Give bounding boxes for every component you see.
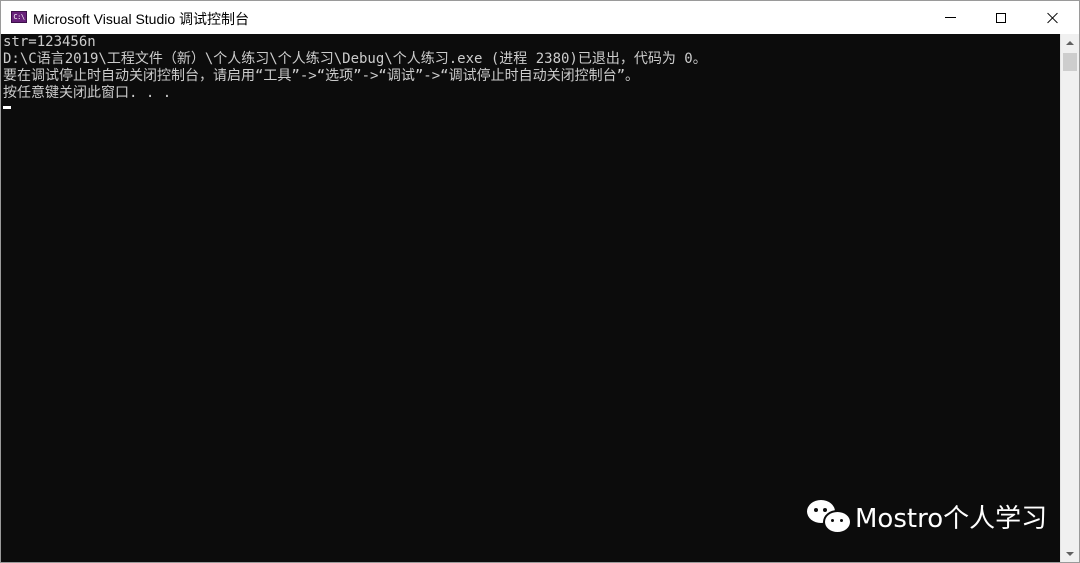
console-app-icon[interactable]: C:\ xyxy=(11,11,27,23)
scroll-down-button[interactable] xyxy=(1061,545,1079,562)
console-line-exit-code: D:\C语言2019\工程文件（新）\个人练习\个人练习\Debug\个人练习.… xyxy=(3,51,707,67)
wechat-icon xyxy=(807,498,852,534)
title-bar[interactable]: C:\ Microsoft Visual Studio 调试控制台 xyxy=(1,1,1079,34)
window-title: Microsoft Visual Studio 调试控制台 xyxy=(33,11,250,27)
scroll-down-icon xyxy=(1066,551,1074,556)
vertical-scrollbar[interactable] xyxy=(1060,34,1079,562)
scroll-thumb[interactable] xyxy=(1063,53,1077,71)
close-icon xyxy=(1047,12,1059,24)
watermark-text: Mostro个人学习 xyxy=(855,503,1048,534)
console-window: C:\ Microsoft Visual Studio 调试控制台 str=12… xyxy=(0,0,1080,563)
minimize-icon xyxy=(944,17,956,18)
close-button[interactable] xyxy=(1030,1,1076,34)
console-line-output: str=123456n xyxy=(3,34,96,50)
console-output[interactable]: str=123456n D:\C语言2019\工程文件（新）\个人练习\个人练习… xyxy=(1,34,1059,562)
scroll-up-icon xyxy=(1066,40,1074,45)
minimize-button[interactable] xyxy=(927,1,973,34)
watermark: Mostro个人学习 xyxy=(807,496,1047,536)
maximize-icon xyxy=(996,12,1006,23)
scroll-up-button[interactable] xyxy=(1061,34,1079,51)
text-cursor xyxy=(3,106,11,109)
console-line-hint: 要在调试停止时自动关闭控制台，请启用“工具”->“选项”->“调试”->“调试停… xyxy=(3,68,639,84)
maximize-button[interactable] xyxy=(978,1,1024,34)
console-line-press-key: 按任意键关闭此窗口. . . xyxy=(3,85,172,101)
